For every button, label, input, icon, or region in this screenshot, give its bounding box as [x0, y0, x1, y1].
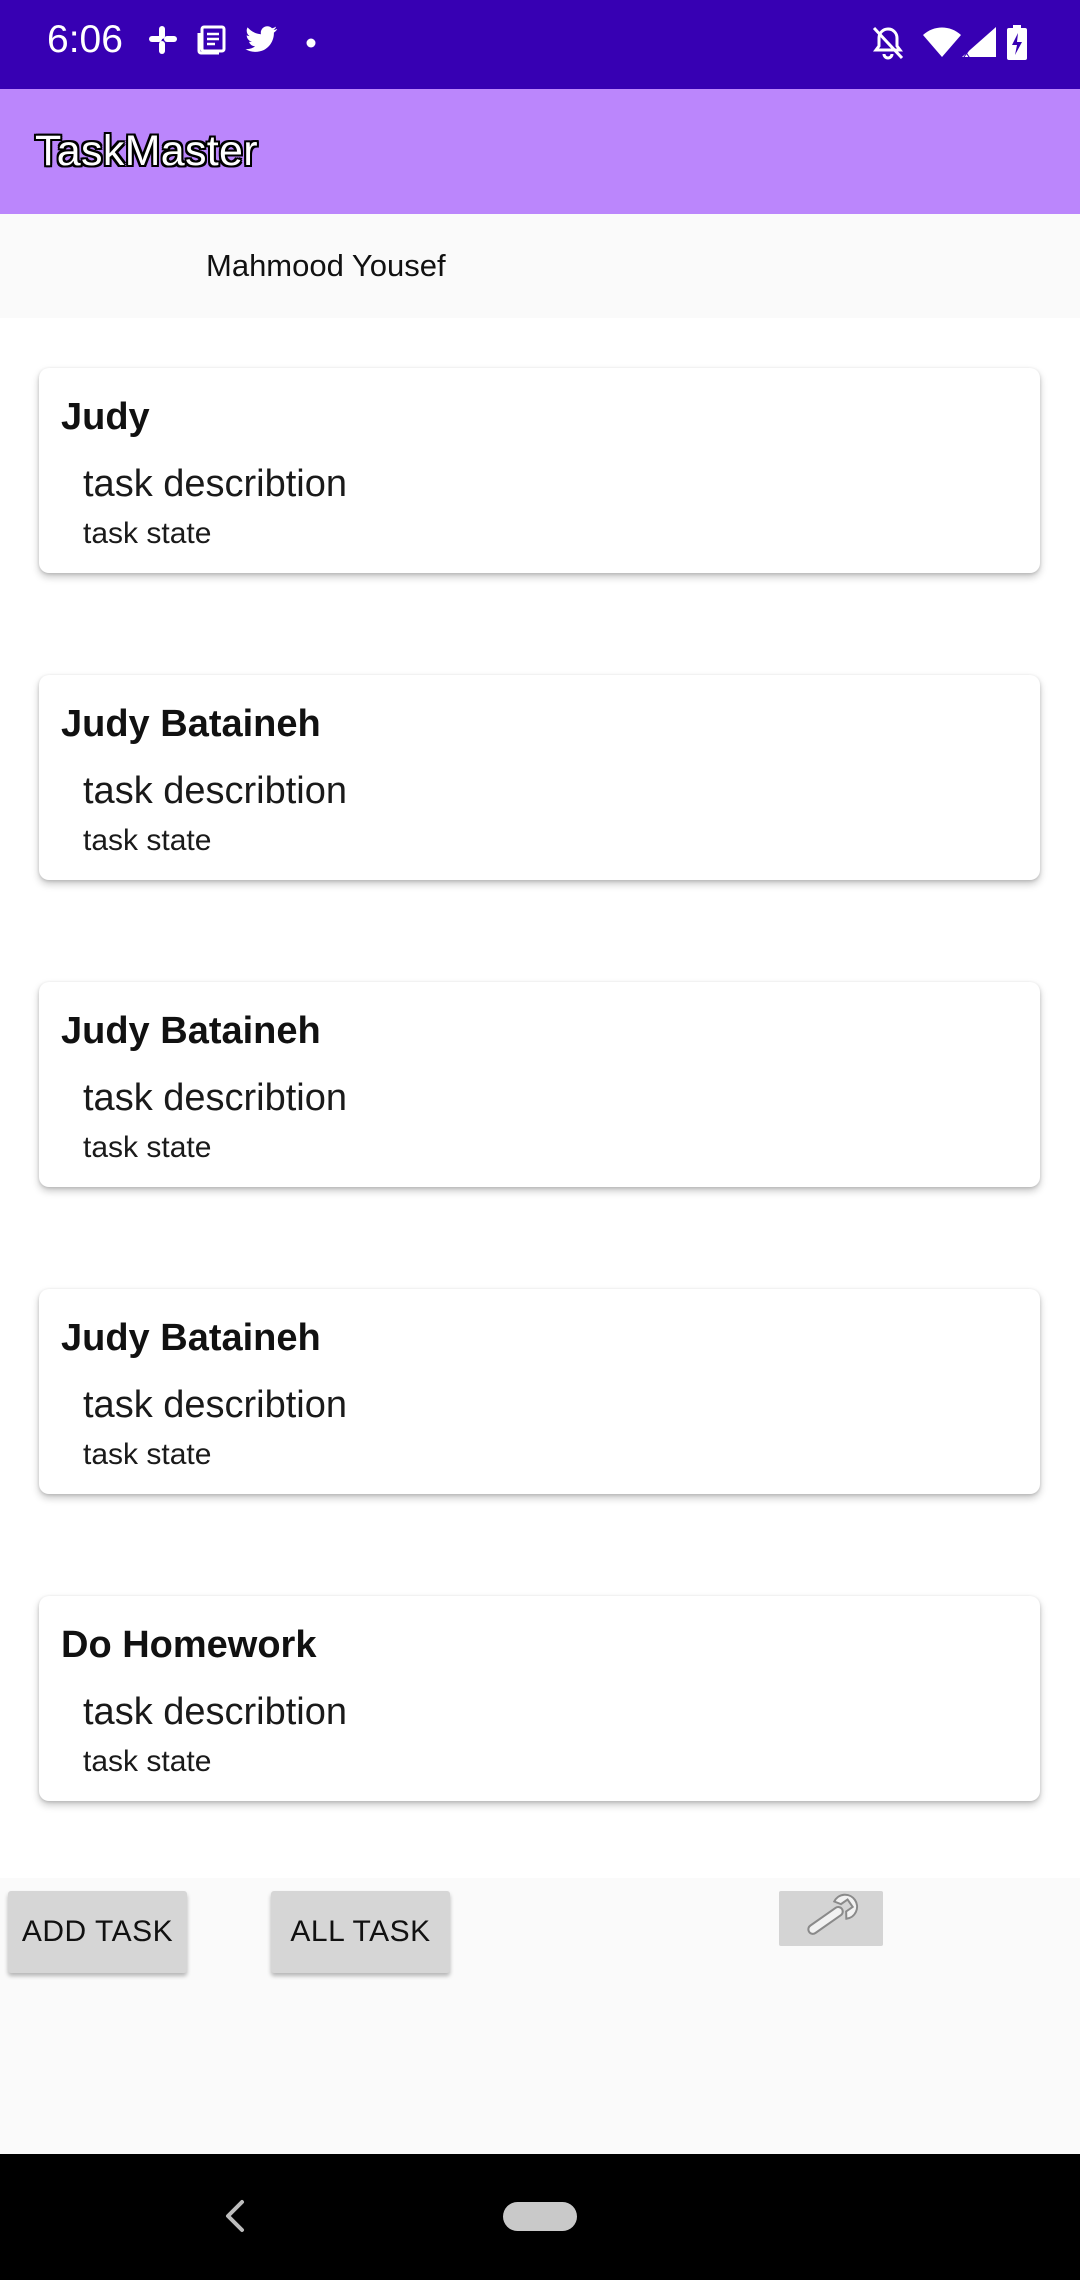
wifi-icon: [922, 25, 962, 63]
signal-icon: x: [960, 25, 998, 63]
settings-button[interactable]: [779, 1891, 883, 1946]
task-description: task describtion: [83, 463, 348, 505]
task-title: Judy: [61, 396, 150, 438]
dot-icon: [306, 38, 316, 76]
slack-icon: [148, 25, 178, 63]
add-task-button[interactable]: ADD TASK: [8, 1891, 187, 1973]
task-list[interactable]: Judy task describtion task state Judy Ba…: [0, 318, 1080, 1878]
home-pill-icon[interactable]: [503, 2202, 577, 2231]
task-title: Do Homework: [61, 1624, 317, 1666]
all-task-button[interactable]: ALL TASK: [271, 1891, 450, 1973]
status-bar: 6:06 x: [0, 0, 1080, 89]
user-header: Mahmood Yousef: [0, 214, 1080, 318]
task-state: task state: [83, 517, 212, 550]
app-bar: TaskMaster: [0, 89, 1080, 214]
task-card[interactable]: Judy task describtion task state: [39, 368, 1040, 573]
back-chevron-icon[interactable]: [222, 2198, 248, 2239]
news-icon: [197, 25, 227, 63]
svg-text:x: x: [963, 46, 970, 59]
task-description: task describtion: [83, 770, 348, 812]
task-description: task describtion: [83, 1077, 348, 1119]
task-title: Judy Bataineh: [61, 1010, 321, 1052]
task-description: task describtion: [83, 1384, 348, 1426]
app-title: TaskMaster: [35, 127, 258, 175]
task-card[interactable]: Do Homework task describtion task state: [39, 1596, 1040, 1801]
battery-charging-icon: [1006, 25, 1028, 63]
screen: 6:06 x TaskMaster Mahmood Yousef Judy ta…: [0, 0, 1080, 2280]
task-state: task state: [83, 1745, 212, 1778]
notifications-off-icon: [871, 25, 905, 63]
wrench-icon: [796, 1892, 866, 1945]
task-state: task state: [83, 824, 212, 857]
task-state: task state: [83, 1131, 212, 1164]
task-card[interactable]: Judy Bataineh task describtion task stat…: [39, 675, 1040, 880]
task-card[interactable]: Judy Bataineh task describtion task stat…: [39, 982, 1040, 1187]
task-state: task state: [83, 1438, 212, 1471]
task-title: Judy Bataineh: [61, 1317, 321, 1359]
status-time: 6:06: [47, 18, 123, 61]
task-description: task describtion: [83, 1691, 348, 1733]
task-title: Judy Bataineh: [61, 703, 321, 745]
bottom-actions: ADD TASK ALL TASK: [0, 1878, 1080, 2154]
twitter-icon: [245, 25, 279, 63]
navigation-bar: [0, 2154, 1080, 2280]
user-name: Mahmood Yousef: [206, 248, 446, 283]
task-card[interactable]: Judy Bataineh task describtion task stat…: [39, 1289, 1040, 1494]
